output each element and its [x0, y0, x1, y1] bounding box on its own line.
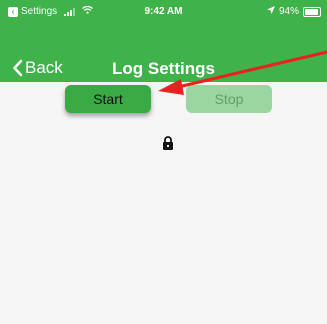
app-screen: ‹ Settings 9:42 AM 94% Back Log Settings… [0, 0, 327, 324]
battery-icon [303, 6, 321, 17]
log-controls: Start Stop [0, 82, 327, 122]
status-right: 94% [266, 6, 321, 17]
location-arrow-icon [266, 6, 275, 17]
stop-button[interactable]: Stop [186, 85, 272, 113]
start-button[interactable]: Start [65, 85, 151, 113]
lock-icon [162, 136, 174, 155]
battery-percent: 94% [278, 6, 299, 17]
navigation-bar: Back Log Settings [0, 26, 327, 82]
status-bar: ‹ Settings 9:42 AM 94% [0, 0, 327, 26]
battery-fill [305, 8, 319, 15]
page-title: Log Settings [112, 59, 215, 78]
